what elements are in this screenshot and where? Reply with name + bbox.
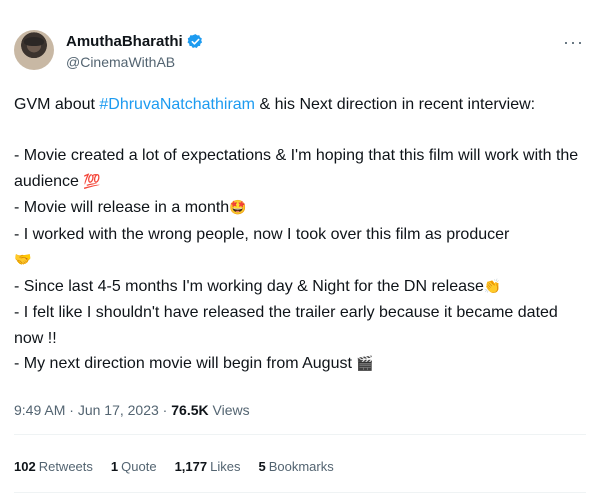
line-4-text: - Since last 4-5 months I'm working day … (14, 277, 484, 295)
likes-count: 1,177 (174, 459, 208, 474)
views-label: Views (208, 402, 250, 418)
likes-label: Likes (210, 459, 241, 474)
author-handle[interactable]: @CinemaWithAB (66, 54, 175, 70)
bookmarks-count: 5 (258, 459, 266, 474)
verified-badge-icon (187, 34, 202, 48)
tweet-time[interactable]: 9:49 AM (14, 402, 65, 418)
avatar[interactable] (14, 30, 54, 70)
author-name-row: AmuthaBharathi (66, 33, 204, 50)
tweet-line-6: - My next direction movie will begin fro… (14, 351, 586, 378)
handshake-emoji-icon: 🤝 (14, 252, 32, 268)
engagement-stats: 102 Retweets 1 Quote 1,177 Likes 5 Bookmarks (14, 459, 334, 474)
bookmarks-stat[interactable]: 5 Bookmarks (258, 459, 333, 474)
clapper-board-emoji-icon: 🎬 (356, 356, 374, 372)
tweet-line-3: - I worked with the wrong people, now I … (14, 222, 586, 274)
retweets-label: Retweets (38, 459, 93, 474)
tweet-date[interactable]: Jun 17, 2023 (78, 402, 159, 418)
clapping-hands-emoji-icon: 👏 (483, 278, 502, 295)
tweet-line-2: - Movie will release in a month🤩 (14, 195, 586, 222)
star-struck-emoji-icon: 🤩 (229, 200, 247, 216)
tweet-line-4: - Since last 4-5 months I'm working day … (14, 274, 586, 301)
views-count: 76.5K (171, 402, 209, 418)
hundred-points-emoji-icon: 💯 (83, 173, 101, 190)
tweet-line-1: - Movie created a lot of expectations & … (14, 143, 586, 195)
quotes-label: Quote (121, 459, 157, 474)
bookmarks-label: Bookmarks (268, 459, 334, 474)
line-5-text: - I felt like I shouldn't have released … (14, 304, 558, 347)
likes-stat[interactable]: 1,177 Likes (175, 459, 241, 474)
line-2-text: - Movie will release in a month (14, 199, 230, 216)
divider (14, 492, 586, 493)
meta-separator: · (158, 402, 172, 418)
tweet-card: AmuthaBharathi @CinemaWithAB ··· GVM abo… (0, 0, 600, 500)
line-3-text: - I worked with the wrong people, now I … (14, 225, 510, 243)
tweet-intro: GVM about #DhruvaNatchathiram & his Next… (14, 92, 586, 118)
divider (14, 434, 586, 435)
hashtag-link[interactable]: #DhruvaNatchathiram (99, 96, 255, 113)
retweets-count: 102 (14, 459, 36, 474)
intro-text: GVM about (14, 96, 100, 113)
tweet-meta: 9:49 AM · Jun 17, 2023 · 76.5K Views (14, 402, 250, 418)
quotes-count: 1 (110, 459, 119, 474)
meta-separator: · (65, 402, 78, 418)
tweet-text: GVM about #DhruvaNatchathiram & his Next… (14, 92, 586, 378)
tweet-line-5: - I felt like I shouldn't have released … (14, 300, 586, 351)
author-display-name[interactable]: AmuthaBharathi (66, 33, 183, 50)
line-6-text: - My next direction movie will begin fro… (14, 355, 352, 372)
more-options-icon[interactable]: ··· (563, 32, 584, 53)
quotes-stat[interactable]: 1 Quote (111, 459, 157, 474)
retweets-stat[interactable]: 102 Retweets (14, 459, 93, 474)
intro-text-end: & his Next direction in recent interview… (255, 96, 536, 113)
